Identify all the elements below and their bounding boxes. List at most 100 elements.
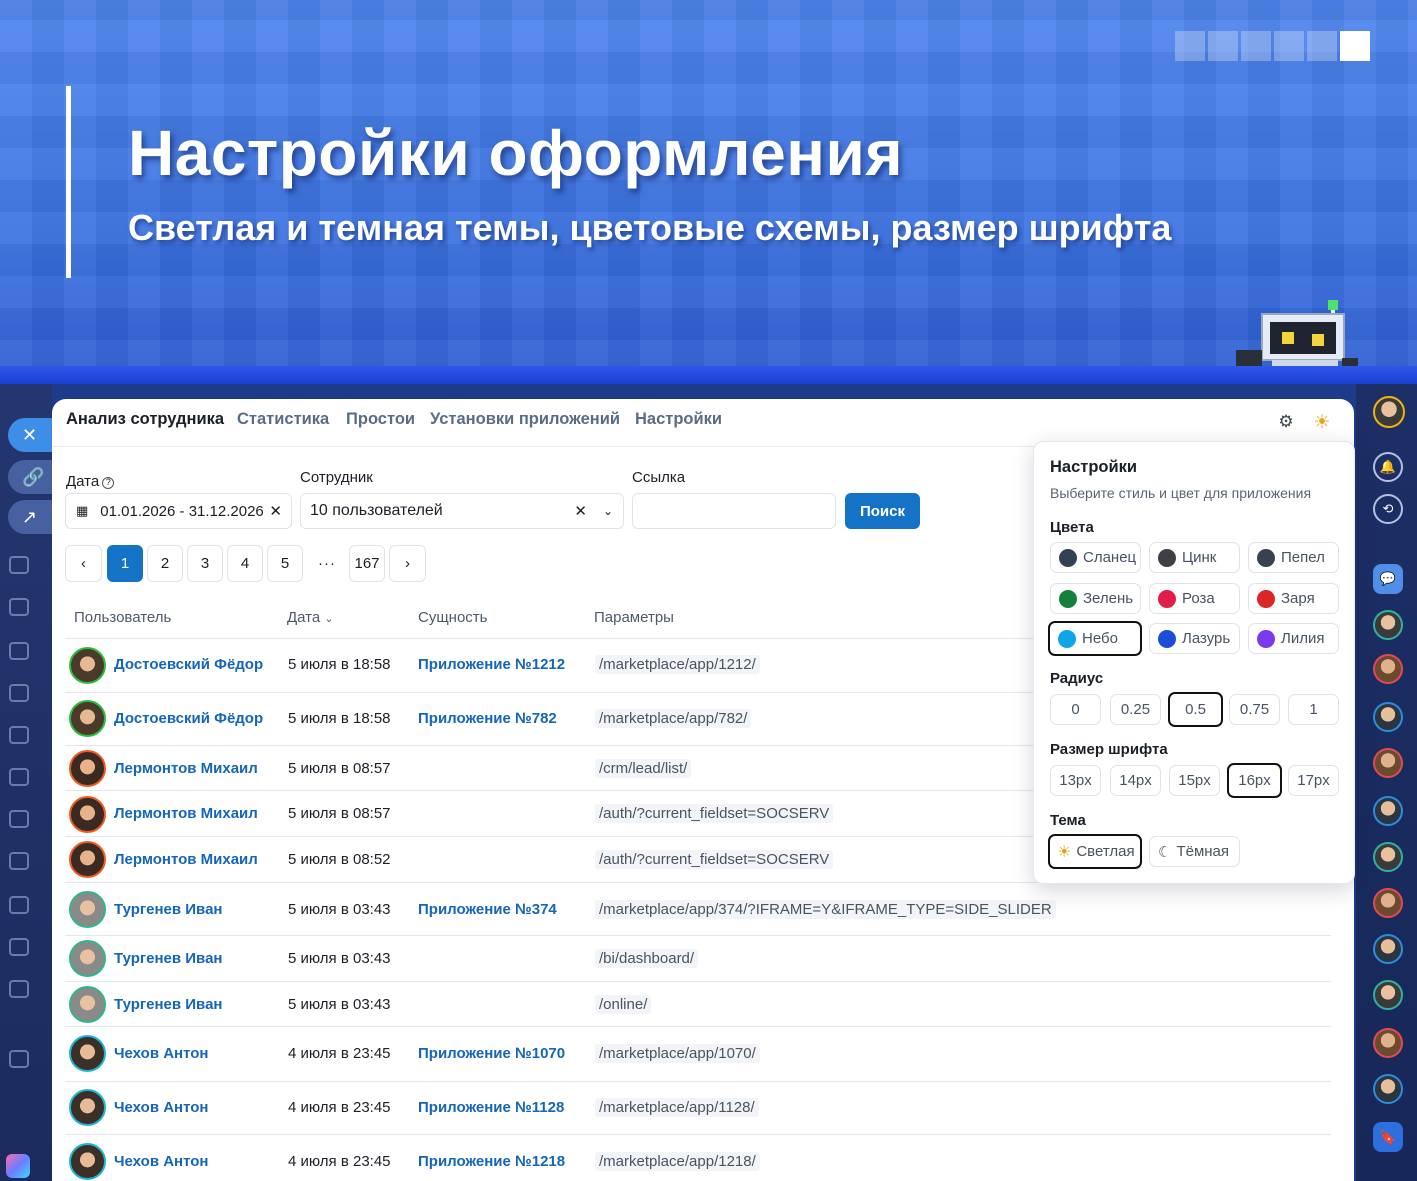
entity-link[interactable]: Приложение №1070 (418, 1045, 565, 1062)
tab-app-installs[interactable]: Установки приложений (430, 410, 620, 429)
color-option-slate[interactable]: Сланец (1050, 542, 1141, 573)
mcp-menu-icon[interactable] (9, 980, 29, 998)
font-size-option[interactable]: 13px (1050, 765, 1101, 796)
contact-avatar[interactable] (1373, 934, 1403, 964)
checkbox-menu-icon[interactable] (9, 556, 29, 574)
page-button[interactable]: 4 (227, 545, 263, 582)
radius-option[interactable]: 0.5 (1168, 692, 1223, 727)
entity-link[interactable]: Приложение №1128 (418, 1099, 564, 1116)
color-option-lily[interactable]: Лилия (1248, 623, 1339, 654)
page-button[interactable]: 2 (147, 545, 183, 582)
sun-icon[interactable]: ☀ (1310, 410, 1334, 434)
tab-statistics[interactable]: Статистика (237, 410, 329, 429)
user-link[interactable]: Чехов Антон (114, 1153, 208, 1170)
next-page-button[interactable]: › (389, 545, 426, 582)
tab-employee-analysis[interactable]: Анализ сотрудника (66, 410, 224, 429)
contact-avatar[interactable] (1373, 842, 1403, 872)
contact-avatar[interactable] (1373, 702, 1403, 732)
font-size-option[interactable]: 17px (1288, 765, 1339, 796)
entity-link[interactable]: Приложение №374 (418, 901, 557, 918)
entity-link[interactable]: Приложение №1218 (418, 1153, 565, 1170)
color-option-zinc[interactable]: Цинк (1149, 542, 1240, 573)
file-edit-menu-icon[interactable] (9, 852, 29, 870)
search-button[interactable]: Поиск (845, 493, 920, 529)
page-button[interactable]: 167 (349, 545, 385, 582)
row-date: 5 июля в 08:52 (288, 851, 391, 868)
user-link[interactable]: Тургенев Иван (114, 950, 223, 967)
color-option-dawn[interactable]: Заря (1248, 583, 1339, 614)
clear-icon[interactable]: ✕ (269, 502, 282, 520)
chat-icon[interactable]: 💬 (1373, 564, 1403, 594)
gear-icon[interactable]: ⚙ (1274, 410, 1298, 434)
promo-banner: Настройки оформления Светлая и темная те… (0, 0, 1417, 372)
link-input[interactable] (632, 493, 836, 529)
user-link[interactable]: Чехов Антон (114, 1045, 208, 1062)
user-link[interactable]: Лермонтов Михаил (114, 851, 258, 868)
color-option-ash[interactable]: Пепел (1248, 542, 1339, 573)
contact-avatar[interactable] (1373, 888, 1403, 918)
radius-option[interactable]: 0.25 (1110, 694, 1161, 725)
user-link[interactable]: Достоевский Фёдор (114, 656, 263, 673)
page-button[interactable]: 1 (107, 545, 143, 582)
font-size-option[interactable]: 15px (1169, 765, 1220, 796)
color-option-sky[interactable]: Небо (1048, 621, 1142, 656)
calendar-menu-icon[interactable] (9, 726, 29, 744)
clear-icon[interactable]: ✕ (574, 502, 587, 520)
font-size-option[interactable]: 16px (1227, 763, 1282, 798)
column-header-entity[interactable]: Сущность (418, 609, 488, 626)
settings-gear-icon[interactable] (9, 1050, 29, 1068)
hexagon-menu-icon[interactable] (9, 810, 29, 828)
contact-avatar[interactable] (1373, 654, 1403, 684)
radius-option[interactable]: 0 (1050, 694, 1101, 725)
contact-avatar[interactable] (1373, 1074, 1403, 1104)
contact-avatar[interactable] (1373, 796, 1403, 826)
bot-menu-icon[interactable] (9, 938, 29, 956)
chart-menu-icon[interactable] (9, 768, 29, 786)
avatar (69, 700, 106, 737)
document-menu-icon[interactable] (9, 642, 29, 660)
column-header-params[interactable]: Параметры (594, 609, 674, 626)
contact-avatar[interactable] (1373, 748, 1403, 778)
user-avatar[interactable] (1373, 396, 1405, 428)
bank-menu-icon[interactable] (9, 598, 29, 616)
user-link[interactable]: Лермонтов Михаил (114, 760, 258, 777)
open-external-button[interactable]: ↗ (8, 500, 54, 534)
user-link[interactable]: Тургенев Иван (114, 996, 223, 1013)
contact-avatar[interactable] (1373, 980, 1403, 1010)
color-option-green[interactable]: Зелень (1050, 583, 1141, 614)
user-link[interactable]: Лермонтов Михаил (114, 805, 258, 822)
prev-page-button[interactable]: ‹ (65, 545, 102, 582)
bookmark-icon[interactable]: 🔖 (1373, 1122, 1403, 1152)
pen-menu-icon[interactable] (9, 896, 29, 914)
contact-avatar[interactable] (1373, 610, 1403, 640)
search-history-icon[interactable]: ⟲ (1373, 494, 1403, 524)
sparkle-logo-icon[interactable] (6, 1154, 30, 1178)
user-link[interactable]: Чехов Антон (114, 1099, 208, 1116)
page-button[interactable]: 5 (267, 545, 303, 582)
tab-idle[interactable]: Простои (346, 410, 415, 429)
theme-dark-option[interactable]: ☾ Тёмная (1149, 836, 1240, 867)
radius-option[interactable]: 0.75 (1229, 694, 1280, 725)
entity-link[interactable]: Приложение №782 (418, 710, 557, 727)
user-link[interactable]: Достоевский Фёдор (114, 710, 263, 727)
date-range-input[interactable]: ▦ 01.01.2026 - 31.12.2026 ✕ (65, 493, 292, 529)
user-link[interactable]: Тургенев Иван (114, 901, 223, 918)
radius-option[interactable]: 1 (1288, 694, 1339, 725)
color-option-rose[interactable]: Роза (1149, 583, 1240, 614)
page-button[interactable]: 3 (187, 545, 223, 582)
color-option-azure[interactable]: Лазурь (1149, 623, 1240, 654)
help-icon[interactable]: ? (102, 477, 115, 489)
font-size-option[interactable]: 14px (1110, 765, 1161, 796)
monitor-menu-icon[interactable] (9, 684, 29, 702)
entity-link[interactable]: Приложение №1212 (418, 656, 565, 673)
link-button[interactable]: 🔗 (8, 460, 54, 494)
chevron-down-icon[interactable]: ⌄ (603, 504, 613, 518)
column-header-date[interactable]: Дата ⌄ (287, 609, 334, 626)
tab-settings[interactable]: Настройки (635, 410, 722, 429)
employee-select[interactable]: 10 пользователей ✕ ⌄ (300, 493, 624, 529)
column-header-user[interactable]: Пользователь (74, 609, 171, 626)
contact-avatar[interactable] (1373, 1028, 1403, 1058)
bell-icon[interactable]: 🔔 (1373, 452, 1403, 482)
theme-light-option[interactable]: ☀ Светлая (1048, 834, 1142, 869)
close-panel-button[interactable]: ✕ (8, 418, 54, 452)
